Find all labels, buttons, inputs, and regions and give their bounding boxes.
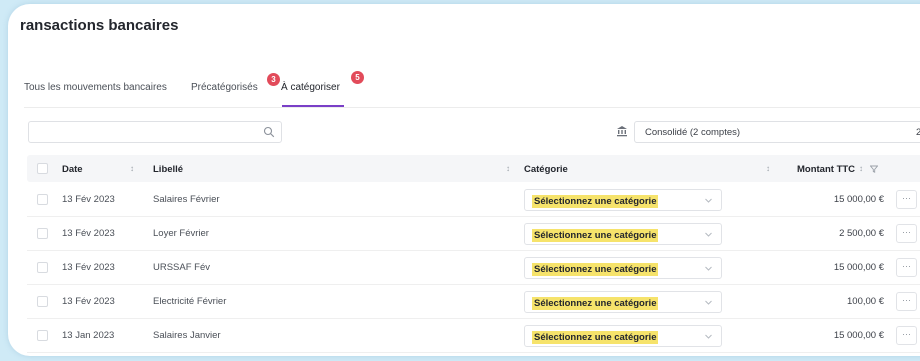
more-options-button[interactable]: ··· <box>896 326 917 345</box>
row-label: URSSAF Fév <box>153 262 211 273</box>
tab-bar: Tous les mouvements bancaires Précatégor… <box>24 71 920 112</box>
chevron-down-icon <box>705 198 712 203</box>
row-amount: 100,00 € <box>847 296 884 307</box>
row-amount: 15 000,00 € <box>833 262 884 273</box>
table-row[interactable]: 13 Fév 2023 Loyer Février Sélectionnez u… <box>27 217 920 251</box>
category-select-value: Sélectionnez une catégorie <box>532 297 659 310</box>
row-label: Electricité Février <box>153 296 227 307</box>
table-row[interactable]: 13 Fév 2023 URSSAF Fév Sélectionnez une … <box>27 251 920 285</box>
search-input[interactable] <box>29 122 249 143</box>
category-select[interactable]: Sélectionnez une catégorie <box>524 223 722 245</box>
row-label: Salaires Janvier <box>153 330 221 341</box>
row-date: 13 Fév 2023 <box>62 228 115 239</box>
account-select[interactable]: Consolidé (2 comptes) <box>634 121 920 143</box>
row-date: 13 Jan 2023 <box>62 330 115 341</box>
tab-all-movements[interactable]: Tous les mouvements bancaires <box>24 76 167 106</box>
row-amount: 15 000,00 € <box>833 330 884 341</box>
table-header: Date ↕ Libellé ↕ Catégorie ↕ Montant TTC… <box>27 155 920 182</box>
main-card: ransactions bancaires Tous les mouvement… <box>8 4 920 356</box>
category-select-value: Sélectionnez une catégorie <box>532 229 659 242</box>
search-icon[interactable] <box>263 126 275 138</box>
chevron-down-icon <box>705 266 712 271</box>
category-select[interactable]: Sélectionnez une catégorie <box>524 257 722 279</box>
page-title: ransactions bancaires <box>20 17 179 34</box>
row-label: Salaires Février <box>153 194 220 205</box>
row-checkbox[interactable] <box>37 262 48 273</box>
select-all-checkbox[interactable] <box>37 163 48 174</box>
row-checkbox[interactable] <box>37 296 48 307</box>
category-select[interactable]: Sélectionnez une catégorie <box>524 189 722 211</box>
chevron-down-icon <box>705 334 712 339</box>
header-label[interactable]: Libellé <box>153 164 183 175</box>
row-checkbox[interactable] <box>37 194 48 205</box>
filter-icon[interactable] <box>870 165 878 173</box>
to-categorize-count-badge: 5 <box>351 71 364 84</box>
chevron-down-icon <box>705 232 712 237</box>
sort-icon[interactable]: ↕ <box>766 164 770 173</box>
more-options-button[interactable]: ··· <box>896 258 917 277</box>
row-date: 13 Fév 2023 <box>62 194 115 205</box>
search-box <box>28 121 282 143</box>
bank-icon <box>617 126 627 137</box>
row-checkbox[interactable] <box>37 228 48 239</box>
row-date: 13 Fév 2023 <box>62 296 115 307</box>
more-options-button[interactable]: ··· <box>896 224 917 243</box>
tabs-divider <box>24 107 920 108</box>
row-checkbox[interactable] <box>37 330 48 341</box>
tab-to-categorize[interactable]: À catégoriser <box>281 76 340 106</box>
precategorized-count-badge: 3 <box>267 73 280 86</box>
tab-precategorized[interactable]: Précatégorisés <box>191 76 258 106</box>
sort-icon[interactable]: ↕ <box>506 164 510 173</box>
category-select-value: Sélectionnez une catégorie <box>532 331 659 344</box>
chevron-down-icon <box>705 300 712 305</box>
row-amount: 2 500,00 € <box>839 228 884 239</box>
category-select-value: Sélectionnez une catégorie <box>532 263 659 276</box>
sort-icon[interactable]: ↕ <box>859 164 863 173</box>
category-select-value: Sélectionnez une catégorie <box>532 195 659 208</box>
row-date: 13 Fév 2023 <box>62 262 115 273</box>
sort-icon[interactable]: ↕ <box>130 164 134 173</box>
more-options-button[interactable]: ··· <box>896 190 917 209</box>
category-select[interactable]: Sélectionnez une catégorie <box>524 325 722 347</box>
header-category[interactable]: Catégorie <box>524 164 568 175</box>
more-options-button[interactable]: ··· <box>896 292 917 311</box>
header-amount[interactable]: Montant TTC <box>797 164 855 175</box>
category-select[interactable]: Sélectionnez une catégorie <box>524 291 722 313</box>
table-row[interactable]: 13 Fév 2023 Electricité Février Sélectio… <box>27 285 920 319</box>
header-date[interactable]: Date <box>62 164 83 175</box>
row-amount: 15 000,00 € <box>833 194 884 205</box>
right-value: 24 <box>916 127 920 138</box>
table-row[interactable]: 13 Jan 2023 Salaires Janvier Sélectionne… <box>27 319 920 353</box>
table-row[interactable]: 13 Fév 2023 Salaires Février Sélectionne… <box>27 183 920 217</box>
row-label: Loyer Février <box>153 228 209 239</box>
